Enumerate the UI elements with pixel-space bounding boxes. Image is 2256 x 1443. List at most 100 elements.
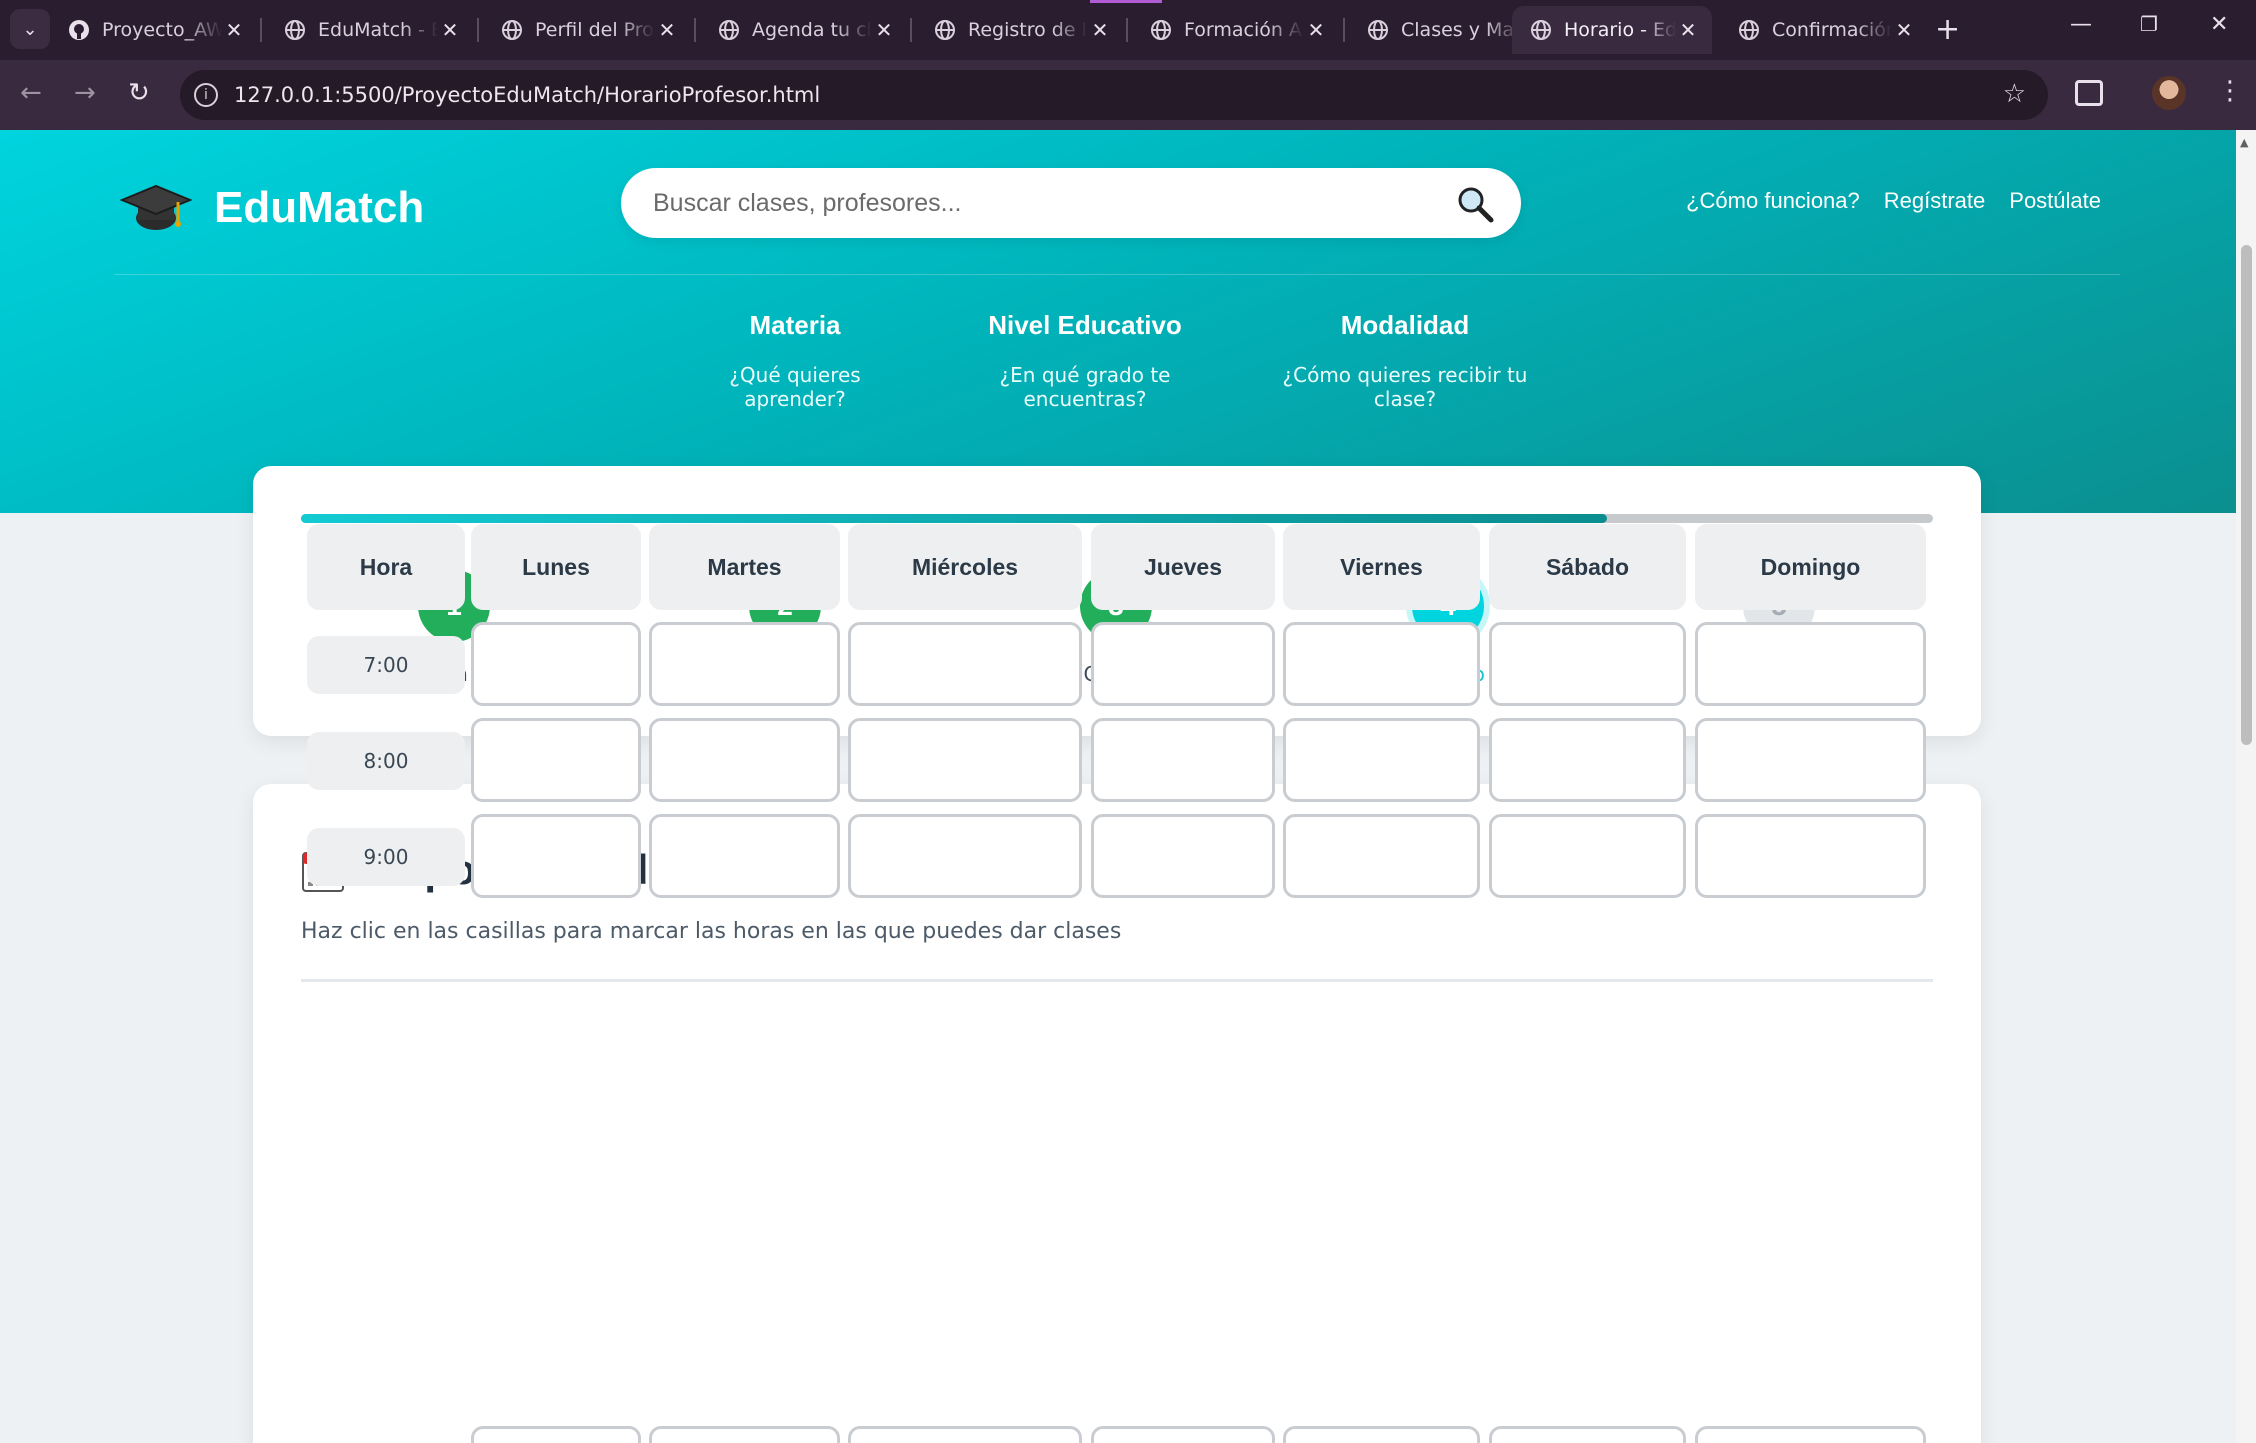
availability-slot[interactable]: [1283, 622, 1480, 706]
tab-close-icon[interactable]: ✕: [1676, 18, 1700, 42]
browser-menu-icon[interactable]: ⋮: [2217, 76, 2243, 106]
tab-1[interactable]: EduMatch - E ✕: [266, 6, 474, 54]
globe-icon: [1530, 19, 1552, 41]
url-text[interactable]: 127.0.0.1:5500/ProyectoEduMatch/HorarioP…: [234, 83, 820, 107]
tab-close-icon[interactable]: ✕: [872, 18, 896, 42]
reload-button[interactable]: ↻: [128, 78, 150, 108]
tab-strip: ⌄ Proyecto_AW ✕ EduMatch - E ✕ Perfil del Pr…: [0, 0, 2256, 60]
filter-subject-title: Materia: [749, 310, 841, 340]
logo[interactable]: EduMatch: [120, 178, 424, 238]
site-info-icon[interactable]: i: [194, 83, 218, 107]
globe-icon: [718, 19, 740, 41]
tab-close-icon[interactable]: ✕: [1088, 18, 1112, 42]
availability-slot[interactable]: [848, 814, 1082, 898]
availability-slot[interactable]: [848, 622, 1082, 706]
tab-title: EduMatch - E: [318, 19, 438, 41]
availability-slot[interactable]: [848, 1426, 1082, 1443]
availability-slot[interactable]: [1489, 1426, 1686, 1443]
availability-slot[interactable]: [1489, 814, 1686, 898]
tab-5[interactable]: Formación A ✕: [1132, 6, 1340, 54]
hour-label: 9:00: [307, 828, 465, 886]
day-header: Lunes: [471, 524, 641, 610]
address-bar: ← → ↻ i 127.0.0.1:5500/ProyectoEduMatch/…: [0, 60, 2256, 130]
forward-button[interactable]: →: [74, 78, 96, 108]
restore-button[interactable]: ❐: [2140, 12, 2158, 36]
filter-modality[interactable]: Modalidad ¿Cómo quieres recibir tu clase…: [1260, 310, 1550, 411]
availability-slot[interactable]: [1283, 814, 1480, 898]
github-icon: [68, 19, 90, 41]
availability-slot[interactable]: [649, 814, 840, 898]
hour-column-header: Hora: [307, 524, 465, 610]
availability-slot[interactable]: [848, 718, 1082, 802]
scrollbar-thumb[interactable]: [2241, 245, 2252, 745]
availability-slot[interactable]: [1091, 814, 1275, 898]
register-link[interactable]: Regístrate: [1884, 188, 1986, 214]
availability-slot[interactable]: [1695, 718, 1926, 802]
tab-close-icon[interactable]: ✕: [1892, 18, 1916, 42]
bookmark-star-icon[interactable]: ☆: [2003, 79, 2026, 109]
tab-2[interactable]: Perfil del Pro ✕: [483, 6, 691, 54]
tab-title: Agenda tu cl: [752, 19, 872, 41]
availability-slot[interactable]: [471, 622, 641, 706]
scroll-up-arrow[interactable]: ▲: [2240, 136, 2248, 149]
how-it-works-link[interactable]: ¿Cómo funciona?: [1686, 188, 1860, 214]
tab-title: Perfil del Pro: [535, 19, 654, 41]
availability-slot[interactable]: [1091, 622, 1275, 706]
availability-slot[interactable]: [1283, 1426, 1480, 1443]
availability-slot[interactable]: [1489, 622, 1686, 706]
tab-4[interactable]: Registro de l ✕: [916, 6, 1124, 54]
availability-slot[interactable]: [1695, 1426, 1926, 1443]
globe-icon: [1367, 19, 1389, 41]
day-header: Sábado: [1489, 524, 1686, 610]
globe-icon: [934, 19, 956, 41]
back-button[interactable]: ←: [20, 78, 42, 108]
availability-slot[interactable]: [471, 718, 641, 802]
filter-level-title: Nivel Educativo: [988, 310, 1182, 340]
tab-title: Formación A: [1184, 19, 1302, 41]
availability-slot[interactable]: [471, 814, 641, 898]
tab-search-button[interactable]: ⌄: [10, 9, 50, 49]
availability-slot[interactable]: [649, 622, 840, 706]
availability-slot[interactable]: [649, 1426, 840, 1443]
new-tab-button[interactable]: +: [1935, 12, 1960, 47]
day-header: Miércoles: [848, 524, 1082, 610]
availability-slot[interactable]: [1283, 718, 1480, 802]
schedule-subtitle: Haz clic en las casillas para marcar las…: [301, 919, 1122, 944]
page-scrollbar[interactable]: ▲: [2236, 130, 2256, 1443]
globe-icon: [1150, 19, 1172, 41]
tab-close-icon[interactable]: ✕: [1304, 18, 1328, 42]
profile-avatar[interactable]: [2152, 76, 2186, 110]
tab-8[interactable]: Confirmación ✕: [1720, 6, 1928, 54]
availability-slot[interactable]: [649, 718, 840, 802]
tab-separator: [260, 18, 262, 42]
availability-slot[interactable]: [1695, 814, 1926, 898]
extensions-icon[interactable]: [2075, 80, 2103, 106]
tab-0[interactable]: Proyecto_AW ✕: [50, 6, 258, 54]
apply-link[interactable]: Postúlate: [2009, 188, 2101, 214]
tab-3[interactable]: Agenda tu cl ✕: [700, 6, 908, 54]
availability-slot[interactable]: [1489, 718, 1686, 802]
filter-modality-title: Modalidad: [1340, 310, 1470, 340]
search-icon[interactable]: [1455, 184, 1495, 224]
hero-header: EduMatch ¿Cómo funciona? Regístrate Post…: [0, 130, 2236, 513]
tab-separator: [910, 18, 912, 42]
hero-divider: [115, 274, 2120, 275]
search-box[interactable]: [621, 168, 1521, 238]
availability-slot[interactable]: [1695, 622, 1926, 706]
minimize-button[interactable]: —: [2070, 12, 2092, 37]
tab-close-icon[interactable]: ✕: [438, 18, 462, 42]
availability-slot[interactable]: [1091, 1426, 1275, 1443]
filter-level[interactable]: Nivel Educativo ¿En qué grado te encuent…: [945, 310, 1225, 411]
filter-subject-subtitle: ¿Qué quieres aprender?: [729, 363, 861, 411]
filter-subject[interactable]: Materia ¿Qué quieres aprender?: [680, 310, 910, 411]
filter-modality-subtitle: ¿Cómo quieres recibir tu clase?: [1282, 363, 1528, 411]
search-input[interactable]: [651, 187, 1435, 219]
tab-activity-indicator: [1090, 0, 1162, 3]
availability-slot[interactable]: [471, 1426, 641, 1443]
availability-slot[interactable]: [1091, 718, 1275, 802]
tab-7[interactable]: Horario - Edu✕: [1512, 6, 1712, 54]
tab-close-icon[interactable]: ✕: [222, 18, 246, 42]
tab-close-icon[interactable]: ✕: [655, 18, 679, 42]
url-bar[interactable]: i 127.0.0.1:5500/ProyectoEduMatch/Horari…: [180, 70, 2048, 120]
close-window-button[interactable]: ✕: [2210, 12, 2228, 37]
